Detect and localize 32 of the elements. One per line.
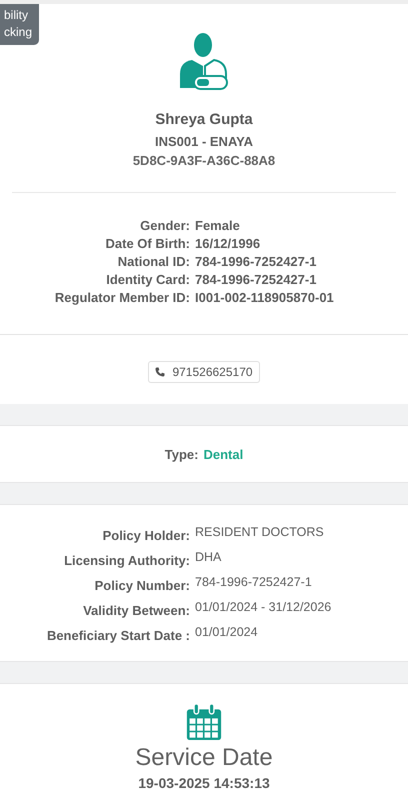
detail-label: Regulator Member ID: <box>54 289 190 307</box>
member-code: 5D8C-9A3F-A36C-88A8 <box>132 152 276 170</box>
type-label: Type: <box>164 447 198 462</box>
detail-label: Date Of Birth: <box>104 235 190 253</box>
detail-value: 16/12/1996 <box>195 235 262 253</box>
policy-value: 01/01/2024 - 31/12/2026 <box>195 600 332 616</box>
calendar-icon <box>185 704 223 740</box>
policy-value: 01/01/2024 <box>195 625 259 641</box>
service-datetime: 19-03-2025 14:53:13 <box>138 775 270 791</box>
detail-label: Gender: <box>139 217 190 235</box>
policy-value: DHA <box>195 550 222 566</box>
tooltip: bility cking <box>0 4 40 45</box>
type-value: Dental <box>203 447 244 462</box>
policy-label: Policy Holder: <box>102 527 190 543</box>
policy-label: Validity Between: <box>82 602 190 618</box>
insurer-code: INS001 - ENAYA <box>154 133 254 151</box>
patient-arm-sling-icon <box>178 32 230 92</box>
policy-label: Policy Number: <box>94 577 190 593</box>
phone-number: 971526625170 <box>172 365 253 379</box>
detail-value: 784-1996-7252427-1 <box>195 253 318 271</box>
policy-label: Beneficiary Start Date : <box>46 627 190 643</box>
detail-value: I001-002-118905870-01 <box>195 289 335 307</box>
patient-name: Shreya Gupta <box>155 110 253 130</box>
policy-value: 784-1996-7252427-1 <box>195 575 313 591</box>
detail-value: Female <box>195 217 241 235</box>
phone-icon <box>155 367 166 377</box>
detail-label: National ID: <box>116 253 190 271</box>
service-date-title: Service Date <box>135 743 273 773</box>
detail-value: 784-1996-7252427-1 <box>195 271 318 289</box>
policy-value: RESIDENT DOCTORS <box>195 525 325 541</box>
detail-label: Identity Card: <box>105 271 190 289</box>
policy-label: Licensing Authority: <box>63 552 190 568</box>
